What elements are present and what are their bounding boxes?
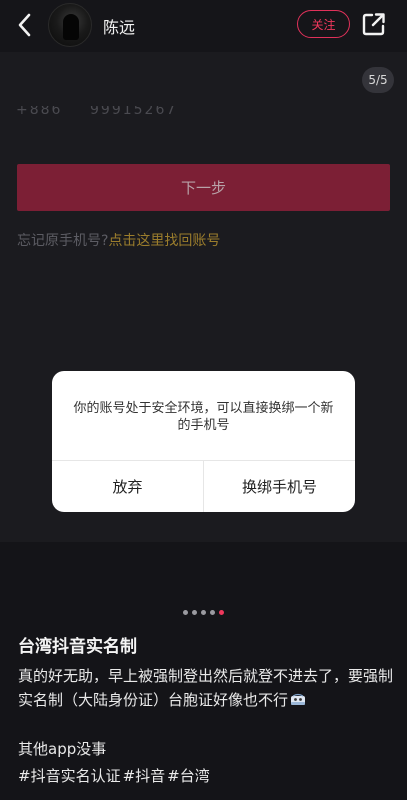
top-bar: 陈远 关注 [0, 0, 407, 52]
carousel-dot [183, 610, 188, 615]
hashtag-list: #抖音实名认证 #抖音 #台湾 [18, 764, 210, 788]
post-body-extra: 其他app没事 [18, 740, 107, 758]
author-name[interactable]: 陈远 [103, 14, 135, 38]
forgot-label: 忘记原手机号? [17, 233, 109, 249]
follow-button[interactable]: 关注 [297, 10, 350, 38]
avatar[interactable] [48, 3, 92, 47]
rebind-dialog: 你的账号处于安全环境，可以直接换绑一个新的手机号 放弃 换绑手机号 [52, 371, 355, 512]
hashtag[interactable]: #抖音 [123, 764, 166, 788]
carousel-dot-active [219, 610, 224, 615]
share-icon[interactable] [361, 11, 387, 37]
post-details: 台湾抖音实名制 真的好无助，早上被强制登出然后就登不进去了，要强制实名制（大陆身… [0, 542, 407, 800]
forgot-phone-text: 忘记原手机号?点击这里找回账号 [17, 230, 220, 250]
hashtag[interactable]: #台湾 [167, 764, 210, 788]
phone-prefix: +886 [16, 106, 63, 116]
carousel-dot [210, 610, 215, 615]
post-body: 真的好无助，早上被强制登出然后就登不进去了，要强制实名制（大陆身份证）台胞证好像… [18, 664, 393, 712]
hashtag[interactable]: #抖音实名认证 [18, 764, 121, 788]
carousel-dot [192, 610, 197, 615]
image-counter: 5/5 [362, 67, 394, 93]
phone-number: 99915267 [90, 106, 178, 116]
recover-account-link: 点击这里找回账号 [108, 233, 221, 249]
give-up-button[interactable]: 放弃 [52, 461, 203, 512]
sweat-emoji-icon [290, 689, 306, 705]
post-body-text: 真的好无助，早上被强制登出然后就登不进去了，要强制实名制（大陆身份证）台胞证好像… [18, 667, 394, 709]
carousel-indicator [183, 610, 224, 615]
carousel-dot [201, 610, 206, 615]
post-title: 台湾抖音实名制 [18, 637, 137, 657]
next-step-button: 下一步 [17, 164, 390, 211]
rebind-phone-button[interactable]: 换绑手机号 [204, 461, 355, 512]
back-icon[interactable] [10, 10, 40, 40]
dialog-message: 你的账号处于安全环境，可以直接换绑一个新的手机号 [73, 401, 334, 433]
